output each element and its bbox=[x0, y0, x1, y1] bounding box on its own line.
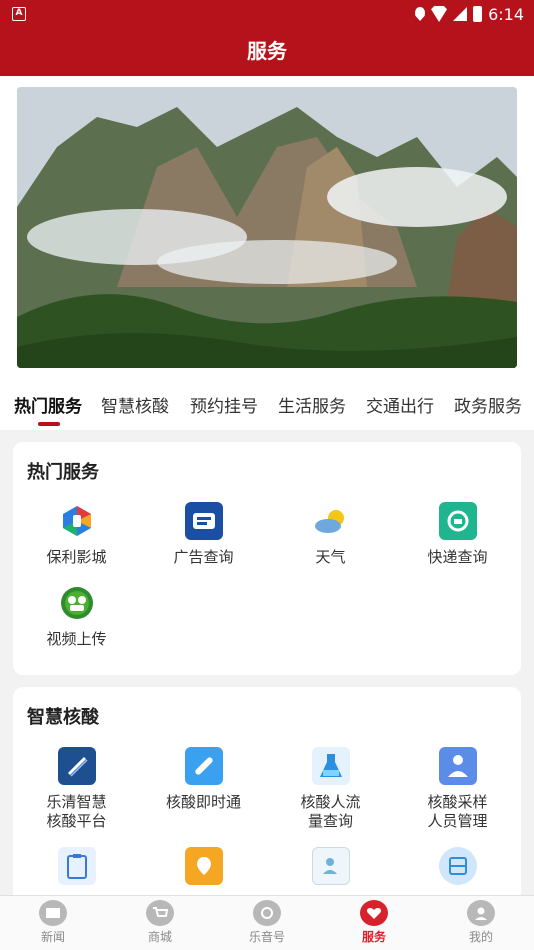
service-weather[interactable]: 天气 bbox=[267, 502, 394, 567]
service-label: 天气 bbox=[315, 548, 346, 566]
tab-government[interactable]: 政务服务 bbox=[454, 392, 522, 417]
nav-label: 新闻 bbox=[40, 930, 65, 944]
nav-profile[interactable]: 我的 bbox=[428, 900, 534, 945]
staff-management-icon bbox=[438, 747, 477, 785]
bottom-nav: 新闻 商城 乐音号 服务 我的 bbox=[0, 895, 534, 950]
nav-label: 服务 bbox=[361, 930, 386, 944]
service-nucleic-platform[interactable]: 乐清智慧 核酸平台 bbox=[13, 747, 140, 831]
status-icons: 6:14 bbox=[415, 4, 524, 24]
banner-image[interactable] bbox=[17, 87, 517, 368]
weather-icon bbox=[312, 502, 350, 540]
status-bar: A 6:14 bbox=[0, 0, 534, 28]
service-staff-management[interactable]: 核酸采样 人员管理 bbox=[394, 747, 521, 831]
service-poly-cinema[interactable]: 保利影城 bbox=[13, 502, 140, 567]
top-panel: 热门服务 智慧核酸 预约挂号 生活服务 交通出行 政务服务 bbox=[0, 76, 534, 430]
cart-icon bbox=[146, 900, 174, 926]
wifi-icon bbox=[431, 6, 448, 22]
status-time: 6:14 bbox=[488, 4, 524, 24]
service-nucleic-flow[interactable]: 核酸人流 量查询 bbox=[267, 747, 394, 831]
nav-label: 乐音号 bbox=[248, 930, 285, 944]
service-label: 广告查询 bbox=[173, 548, 234, 566]
active-tab-indicator bbox=[38, 422, 60, 426]
tab-life-services[interactable]: 生活服务 bbox=[278, 392, 346, 417]
service-ad-query[interactable]: 广告查询 bbox=[140, 502, 267, 567]
nav-mall[interactable]: 商城 bbox=[107, 900, 213, 945]
service-label: 核酸采样 人员管理 bbox=[427, 793, 488, 830]
news-icon bbox=[39, 900, 67, 926]
video-upload-icon bbox=[58, 584, 96, 622]
service-map[interactable] bbox=[140, 847, 267, 885]
service-clipboard[interactable] bbox=[13, 847, 140, 885]
phone-icon bbox=[253, 900, 281, 926]
nav-label: 我的 bbox=[468, 930, 493, 944]
ad-query-icon bbox=[184, 502, 223, 540]
section-title: 热门服务 bbox=[27, 462, 99, 483]
nucleic-instant-icon bbox=[184, 747, 223, 785]
poly-cinema-icon bbox=[58, 502, 96, 540]
profile-icon bbox=[467, 900, 495, 926]
service-label: 核酸即时通 bbox=[165, 793, 241, 811]
clipboard-icon bbox=[57, 847, 96, 885]
service-scan[interactable] bbox=[394, 847, 521, 885]
flask-icon bbox=[311, 747, 350, 785]
category-tabs: 热门服务 智慧核酸 预约挂号 生活服务 交通出行 政务服务 bbox=[0, 380, 534, 430]
nav-label: 商城 bbox=[147, 930, 172, 944]
section-title: 智慧核酸 bbox=[27, 707, 99, 728]
scan-icon bbox=[438, 847, 477, 885]
hot-services-card: 热门服务 保利影城 广告查询 天气 快递查询 视频上传 bbox=[13, 442, 521, 675]
service-label: 视频上传 bbox=[46, 630, 107, 648]
service-label: 核酸人流 量查询 bbox=[300, 793, 361, 830]
service-video-upload[interactable]: 视频上传 bbox=[13, 584, 140, 649]
express-query-icon bbox=[438, 502, 477, 540]
service-express-query[interactable]: 快递查询 bbox=[394, 502, 521, 567]
nav-leyinhao[interactable]: 乐音号 bbox=[214, 900, 320, 945]
battery-icon bbox=[473, 6, 483, 22]
signal-icon bbox=[453, 7, 468, 21]
service-user-check[interactable] bbox=[267, 847, 394, 885]
service-label: 乐清智慧 核酸平台 bbox=[46, 793, 107, 830]
heart-hand-icon bbox=[360, 900, 388, 926]
mountain-landscape-image bbox=[17, 87, 517, 368]
service-label: 快递查询 bbox=[427, 548, 488, 566]
map-icon bbox=[184, 847, 223, 885]
page-title: 服务 bbox=[0, 28, 534, 76]
smart-nucleic-card: 智慧核酸 乐清智慧 核酸平台 核酸即时通 核酸人流 量查询 核酸采样 人员管理 bbox=[13, 687, 521, 902]
nav-services[interactable]: 服务 bbox=[321, 900, 427, 945]
user-check-icon bbox=[311, 847, 350, 885]
tab-smart-nucleic[interactable]: 智慧核酸 bbox=[101, 392, 169, 417]
tab-appointment[interactable]: 预约挂号 bbox=[190, 392, 258, 417]
tab-transportation[interactable]: 交通出行 bbox=[366, 392, 434, 417]
notification-icon: A bbox=[12, 7, 26, 21]
service-label: 保利影城 bbox=[46, 548, 107, 566]
location-icon bbox=[415, 7, 426, 21]
service-nucleic-instant[interactable]: 核酸即时通 bbox=[140, 747, 267, 812]
tab-hot-services[interactable]: 热门服务 bbox=[14, 392, 82, 417]
nav-news[interactable]: 新闻 bbox=[0, 900, 106, 945]
nucleic-platform-icon bbox=[57, 747, 96, 785]
